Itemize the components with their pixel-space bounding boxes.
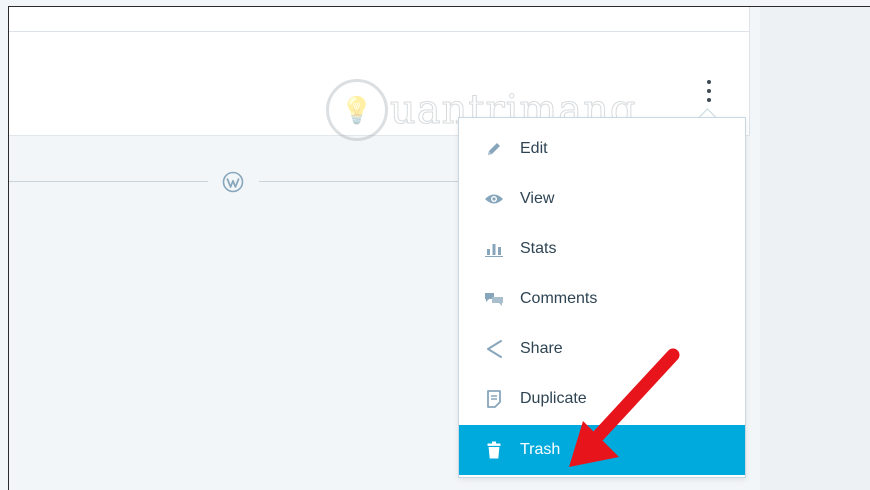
divider-right	[259, 181, 459, 182]
menu-item-label: Duplicate	[520, 390, 587, 407]
lightbulb-icon: 💡	[326, 79, 388, 141]
trash-icon	[483, 439, 505, 461]
more-options-button[interactable]	[698, 71, 720, 111]
app-frame: 💡 uantrimang Edit View Stats Comments Sh…	[8, 6, 870, 490]
pencil-icon	[483, 138, 505, 160]
menu-item-view[interactable]: View	[459, 174, 745, 224]
menu-item-label: Share	[520, 340, 563, 357]
dot-icon	[707, 98, 711, 102]
menu-item-label: Edit	[520, 140, 548, 157]
previous-post-card	[9, 7, 750, 32]
document-icon	[483, 388, 505, 410]
dot-icon	[707, 80, 711, 84]
right-gutter	[760, 7, 870, 490]
menu-item-duplicate[interactable]: Duplicate	[459, 374, 745, 424]
menu-item-share[interactable]: Share	[459, 324, 745, 374]
share-icon	[483, 338, 505, 360]
menu-item-label: Trash	[520, 441, 561, 458]
post-actions-menu: Edit View Stats Comments Share Duplicate…	[458, 117, 746, 478]
comments-icon	[483, 288, 505, 310]
menu-item-label: Comments	[520, 290, 598, 307]
menu-item-comments[interactable]: Comments	[459, 274, 745, 324]
menu-item-label: View	[520, 190, 555, 207]
menu-item-trash[interactable]: Trash	[459, 425, 745, 475]
menu-item-stats[interactable]: Stats	[459, 224, 745, 274]
wordpress-logo-icon	[222, 171, 244, 193]
menu-item-edit[interactable]: Edit	[459, 124, 745, 174]
dot-icon	[707, 89, 711, 93]
menu-item-label: Stats	[520, 240, 557, 257]
bar-chart-icon	[483, 238, 505, 260]
divider-left	[9, 181, 208, 182]
eye-icon	[483, 188, 505, 210]
